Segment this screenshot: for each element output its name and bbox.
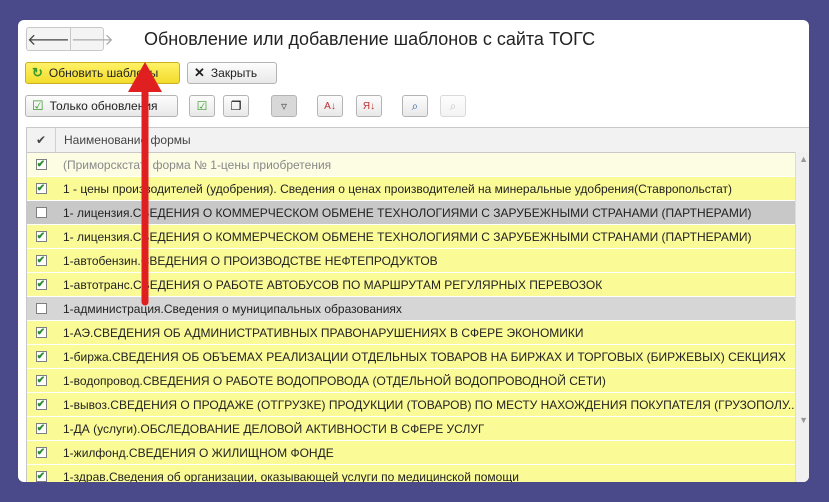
dialog-window: 🡐 🡒 Обновление или добавление шаблонов с… (18, 20, 809, 482)
close-label: Закрыть (210, 66, 258, 80)
row-checkbox[interactable] (35, 207, 47, 218)
form-name-cell: 1-жилфонд.СВЕДЕНИЯ О ЖИЛИЩНОМ ФОНДЕ (63, 445, 334, 460)
row-checkbox-cell: ✔ (27, 327, 55, 338)
row-checkbox-cell: ✔ (27, 447, 55, 458)
sort-descending-button[interactable]: Я↓ (356, 95, 382, 117)
form-name-cell: 1-здрав.Сведения об организации, оказыва… (63, 469, 519, 483)
only-updates-button[interactable]: ☑ Только обновления (25, 95, 178, 117)
checkbox-list-icon: ☑ (32, 98, 44, 113)
arrow-right-icon: 🡒 (70, 31, 114, 49)
row-checkbox[interactable]: ✔ (35, 279, 47, 290)
form-name-cell: 1-водопровод.СВЕДЕНИЯ О РАБОТЕ ВОДОПРОВО… (63, 373, 606, 388)
form-name-cell: 1-ДА (услуги).ОБСЛЕДОВАНИЕ ДЕЛОВОЙ АКТИВ… (63, 421, 485, 436)
form-name-cell: 1- лицензия.СВЕДЕНИЯ О КОММЕРЧЕСКОМ ОБМЕ… (63, 205, 752, 220)
row-checkbox[interactable]: ✔ (35, 471, 47, 482)
form-name-cell: (Приморскстат) форма № 1-цены приобретен… (63, 157, 332, 172)
form-name-cell: 1-автобензин.СВЕДЕНИЯ О ПРОИЗВОДСТВЕ НЕФ… (63, 253, 438, 268)
check-all-icon: ☑ (196, 99, 208, 113)
close-icon: ✕ (194, 65, 205, 80)
row-checkbox-cell: ✔ (27, 471, 55, 482)
row-checkbox[interactable]: ✔ (35, 255, 47, 266)
templates-table: ✔ Наименование формы ✔ (Приморскстат) фор… (26, 127, 809, 482)
form-name-cell: 1-автотранс.СВЕДЕНИЯ О РАБОТЕ АВТОБУСОВ … (63, 277, 603, 292)
back-button[interactable]: 🡐 (27, 28, 70, 50)
check-all-button[interactable]: ☑ (189, 95, 215, 117)
row-checkbox-cell (27, 303, 55, 314)
row-checkbox-cell: ✔ (27, 351, 55, 362)
uncheck-all-icon: ❐ (230, 99, 242, 113)
search-button[interactable]: ⌕ (402, 95, 428, 117)
forward-button[interactable]: 🡒 (69, 28, 114, 50)
form-name-cell: 1-администрация.Сведения о муниципальных… (63, 301, 402, 316)
row-checkbox[interactable]: ✔ (35, 231, 47, 242)
table-row[interactable]: 1-администрация.Сведения о муниципальных… (27, 297, 809, 321)
form-name-cell: 1- лицензия.СВЕДЕНИЯ О КОММЕРЧЕСКОМ ОБМЕ… (63, 229, 752, 244)
form-name-cell: 1-АЭ.СВЕДЕНИЯ ОБ АДМИНИСТРАТИВНЫХ ПРАВОН… (63, 325, 584, 340)
cancel-search-icon: ⌕ (449, 98, 457, 113)
table-row[interactable]: ✔ 1-автобензин.СВЕДЕНИЯ О ПРОИЗВОДСТВЕ НЕ… (27, 249, 809, 273)
vertical-scrollbar[interactable]: ▲ ▼ (795, 152, 809, 482)
table-row[interactable]: ✔ 1-жилфонд.СВЕДЕНИЯ О ЖИЛИЩНОМ ФОНДЕ (27, 441, 809, 465)
header-name-column[interactable]: Наименование формы (56, 133, 191, 147)
scroll-up-icon[interactable]: ▲ (799, 154, 808, 164)
table-row[interactable]: ✔ 1-здрав.Сведения об организации, оказыв… (27, 465, 809, 482)
table-body: ✔ (Приморскстат) форма № 1-цены приобрете… (27, 153, 809, 482)
navigation-group: 🡐 🡒 (26, 27, 114, 51)
row-checkbox-cell: ✔ (27, 399, 55, 410)
row-checkbox-cell: ✔ (27, 231, 55, 242)
header-check-column[interactable]: ✔ (27, 128, 56, 152)
row-checkbox[interactable]: ✔ (35, 447, 47, 458)
row-checkbox[interactable]: ✔ (35, 351, 47, 362)
row-checkbox[interactable]: ✔ (35, 375, 47, 386)
row-checkbox-cell: ✔ (27, 183, 55, 194)
only-updates-label: Только обновления (49, 99, 158, 113)
filter-button[interactable]: ▿ (271, 95, 297, 117)
table-row[interactable]: ✔ 1-вывоз.СВЕДЕНИЯ О ПРОДАЖЕ (ОТГРУЗКЕ) П… (27, 393, 809, 417)
row-checkbox[interactable]: ✔ (35, 423, 47, 434)
form-name-cell: 1-биржа.СВЕДЕНИЯ ОБ ОБЪЕМАХ РЕАЛИЗАЦИИ О… (63, 349, 786, 364)
sort-ascending-icon: A↓ (324, 100, 336, 112)
table-header: ✔ Наименование формы (27, 128, 809, 153)
table-row[interactable]: ✔ 1-биржа.СВЕДЕНИЯ ОБ ОБЪЕМАХ РЕАЛИЗАЦИИ … (27, 345, 809, 369)
row-checkbox-cell: ✔ (27, 375, 55, 386)
refresh-icon: ↻ (32, 65, 43, 80)
row-checkbox[interactable] (35, 303, 47, 314)
filter-icon: ▿ (280, 99, 288, 113)
table-row[interactable]: ✔ 1-АЭ.СВЕДЕНИЯ ОБ АДМИНИСТРАТИВНЫХ ПРАВО… (27, 321, 809, 345)
table-row[interactable]: ✔ 1-ДА (услуги).ОБСЛЕДОВАНИЕ ДЕЛОВОЙ АКТИ… (27, 417, 809, 441)
search-icon: ⌕ (411, 98, 419, 113)
form-name-cell: 1-вывоз.СВЕДЕНИЯ О ПРОДАЖЕ (ОТГРУЗКЕ) ПР… (63, 397, 798, 412)
row-checkbox[interactable]: ✔ (35, 183, 47, 194)
window-title: Обновление или добавление шаблонов с сай… (144, 29, 596, 49)
table-row[interactable]: ✔ 1- лицензия.СВЕДЕНИЯ О КОММЕРЧЕСКОМ ОБМ… (27, 225, 809, 249)
row-checkbox[interactable]: ✔ (35, 327, 47, 338)
row-checkbox-cell: ✔ (27, 159, 55, 170)
row-checkbox-cell: ✔ (27, 423, 55, 434)
row-checkbox[interactable]: ✔ (35, 159, 47, 170)
sort-descending-icon: Я↓ (362, 100, 376, 112)
close-button[interactable]: ✕ Закрыть (187, 62, 277, 84)
table-row[interactable]: 1- лицензия.СВЕДЕНИЯ О КОММЕРЧЕСКОМ ОБМЕ… (27, 201, 809, 225)
form-name-cell: 1 - цены производителей (удобрения). Све… (63, 181, 732, 196)
row-checkbox-cell (27, 207, 55, 218)
cancel-search-button[interactable]: ⌕ (440, 95, 466, 117)
arrow-left-icon: 🡐 (27, 31, 70, 49)
update-templates-button[interactable]: ↻ Обновить шаблоны (25, 62, 180, 84)
row-checkbox-cell: ✔ (27, 279, 55, 290)
row-checkbox[interactable]: ✔ (35, 399, 47, 410)
update-templates-label: Обновить шаблоны (48, 66, 159, 80)
row-checkbox-cell: ✔ (27, 255, 55, 266)
table-row[interactable]: ✔ 1-водопровод.СВЕДЕНИЯ О РАБОТЕ ВОДОПРОВ… (27, 369, 809, 393)
uncheck-all-button[interactable]: ❐ (223, 95, 249, 117)
table-row[interactable]: ✔ (Приморскстат) форма № 1-цены приобрете… (27, 153, 809, 177)
sort-ascending-button[interactable]: A↓ (317, 95, 343, 117)
scroll-down-icon[interactable]: ▼ (799, 415, 808, 425)
table-row[interactable]: ✔ 1-автотранс.СВЕДЕНИЯ О РАБОТЕ АВТОБУСОВ… (27, 273, 809, 297)
table-row[interactable]: ✔ 1 - цены производителей (удобрения). Св… (27, 177, 809, 201)
